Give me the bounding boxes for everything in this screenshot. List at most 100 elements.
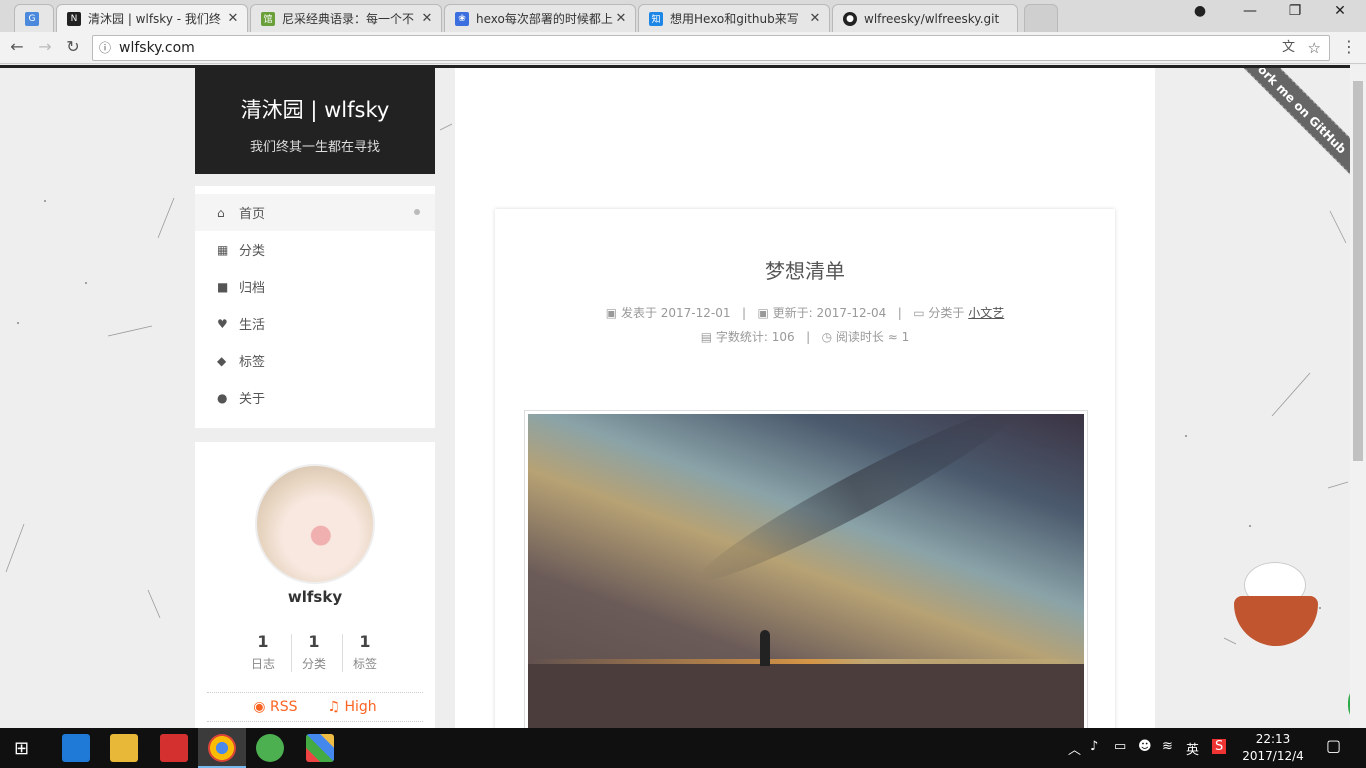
menu-item-label: 标签: [239, 355, 266, 370]
edge-icon[interactable]: [62, 734, 90, 762]
tab-hexo-baidu[interactable]: ❀ hexo每次部署的时候都上 ✕: [444, 4, 636, 32]
address-bar[interactable]: ⓘ wlfsky.com 文 ☆: [92, 35, 1330, 61]
notification-center-icon[interactable]: ▢: [1326, 736, 1341, 755]
author-sidebar: wlfsky 1 日志 1 分类 1 标签 ◉ RSS ♫ High: [195, 442, 435, 728]
menu-item-about[interactable]: ● 关于: [195, 379, 435, 416]
n-favicon-icon: N: [67, 11, 81, 26]
minimize-button[interactable]: —: [1230, 3, 1270, 25]
netease-music-icon[interactable]: [160, 734, 188, 762]
vertical-scrollbar[interactable]: [1350, 65, 1366, 728]
read-time: 阅读时长 ≈ 1: [835, 330, 910, 344]
tab-title: hexo每次部署的时候都上: [476, 12, 613, 26]
guan-favicon-icon: 馆: [261, 11, 275, 26]
stat-tags[interactable]: 1 标签: [339, 632, 391, 672]
tab-wlfsky[interactable]: N 清沐园 | wlfsky - 我们终 ✕: [56, 4, 248, 32]
menu-item-home[interactable]: ⌂ 首页: [195, 194, 435, 231]
wifi-icon[interactable]: ≋: [1162, 739, 1173, 754]
menu-item-label: 关于: [239, 392, 266, 407]
zhihu-icon: 知: [649, 11, 663, 26]
post-cover-image: [524, 410, 1088, 728]
post-meta-line-1: ▣ 发表于 2017-12-01 | ▣ 更新于: 2017-12-04 | ▭…: [495, 304, 1115, 321]
ime-indicator[interactable]: 英: [1186, 739, 1199, 758]
menu-item-archives[interactable]: ■ 归档: [195, 268, 435, 305]
clock-time: 22:13: [1255, 732, 1291, 746]
avatar: [255, 464, 375, 584]
restore-button[interactable]: ❐: [1275, 3, 1315, 25]
chrome-icon[interactable]: [208, 734, 236, 762]
chrome-menu-icon[interactable]: ⋮: [1338, 37, 1360, 56]
system-clock[interactable]: 22:13 2017/12/4: [1240, 731, 1306, 765]
site-header: 清沐园 | wlfsky 我们终其一生都在寻找: [195, 68, 435, 174]
close-tab-icon[interactable]: ✕: [225, 11, 241, 26]
meta-separator: |: [897, 306, 902, 320]
rss-link[interactable]: ◉ RSS: [253, 699, 297, 715]
stat-label: 标签: [352, 657, 377, 671]
menu-item-categories[interactable]: ▦ 分类: [195, 231, 435, 268]
post-title[interactable]: 梦想清单: [495, 255, 1115, 284]
git-tool-icon[interactable]: [306, 734, 334, 762]
back-button[interactable]: ←: [6, 37, 28, 56]
menu-item-tags[interactable]: ◆ 标签: [195, 342, 435, 379]
tab-title: 尼采经典语录：每一个不: [282, 12, 415, 26]
forward-button[interactable]: →: [34, 37, 56, 56]
battery-icon[interactable]: ▭: [1114, 739, 1126, 754]
close-tab-icon[interactable]: ✕: [419, 11, 435, 26]
mascot-widget[interactable]: [1232, 556, 1320, 652]
qq-icon[interactable]: ☻: [1138, 739, 1152, 754]
google-icon: G: [25, 11, 39, 26]
rss-label: RSS: [269, 699, 298, 715]
sogou-icon[interactable]: S: [1212, 739, 1227, 754]
new-tab-button[interactable]: [1024, 4, 1058, 32]
high-link[interactable]: ♫ High: [327, 699, 376, 715]
stat-categories[interactable]: 1 分类: [288, 632, 340, 672]
wechat-icon[interactable]: [256, 734, 284, 762]
meta-separator: |: [806, 330, 811, 344]
tab-zhihu[interactable]: 知 想用Hexo和github来写 ✕: [638, 4, 830, 32]
stat-count: 1: [359, 632, 371, 651]
category-link[interactable]: 小文艺: [968, 306, 1004, 320]
author-name: wlfsky: [287, 588, 343, 606]
file-explorer-icon[interactable]: [110, 734, 138, 762]
translate-icon[interactable]: 文: [1282, 36, 1295, 60]
profile-icon[interactable]: ●: [1180, 3, 1220, 25]
site-subtitle: 我们终其一生都在寻找: [249, 140, 380, 155]
site-title[interactable]: 清沐园 | wlfsky: [195, 94, 435, 124]
volume-icon[interactable]: ♪: [1090, 739, 1098, 754]
page-viewport: 清沐园 | wlfsky 我们终其一生都在寻找 ⌂ 首页 ▦ 分类 ■ 归档 ♥…: [0, 65, 1350, 728]
mascot-bowl: [1234, 596, 1318, 646]
clock-date: 2017/12/4: [1242, 749, 1304, 763]
menu-item-label: 首页: [239, 207, 266, 222]
tab-google-translate[interactable]: G: [14, 4, 54, 32]
bookmark-star-icon[interactable]: ☆: [1308, 36, 1321, 60]
tab-github[interactable]: ● wlfreesky/wlfreesky.git: [832, 4, 1018, 32]
tray-chevron-icon[interactable]: ︿: [1068, 739, 1081, 758]
menu-item-label: 分类: [239, 244, 266, 259]
tab-title: 想用Hexo和github来写: [670, 12, 799, 26]
stat-count: 1: [257, 632, 269, 651]
baidu-paw-icon: ❀: [455, 11, 469, 26]
clock-icon: ◷: [821, 330, 836, 344]
windows-start-icon[interactable]: ⊞: [14, 738, 29, 759]
milky-way: [689, 414, 1027, 597]
tab-nietzsche[interactable]: 馆 尼采经典语录：每一个不 ✕: [250, 4, 442, 32]
menu-item-life[interactable]: ♥ 生活: [195, 305, 435, 342]
tab-title: wlfreesky/wlfreesky.git: [864, 11, 1000, 26]
feed-links: ◉ RSS ♫ High: [207, 692, 423, 722]
close-window-button[interactable]: ✕: [1320, 3, 1360, 25]
calendar-check-icon: ▣: [757, 306, 773, 320]
stat-label: 分类: [301, 657, 326, 671]
heartbeat-icon: ♥: [217, 316, 228, 331]
rss-icon: ◉: [253, 699, 270, 715]
scrollbar-thumb[interactable]: [1353, 81, 1363, 461]
reload-button[interactable]: ↻: [62, 37, 84, 56]
browser-tab-strip: G N 清沐园 | wlfsky - 我们终 ✕ 馆 尼采经典语录：每一个不 ✕…: [0, 0, 1366, 32]
tab-title: 清沐园 | wlfsky - 我们终: [88, 12, 221, 26]
music-icon: ♫: [327, 699, 345, 715]
close-tab-icon[interactable]: ✕: [807, 11, 823, 26]
info-icon[interactable]: ⓘ: [99, 36, 111, 60]
stat-posts[interactable]: 1 日志: [237, 632, 289, 672]
folder-icon: ▭: [913, 306, 929, 320]
word-count: 字数统计: 106: [715, 330, 795, 344]
stat-label: 日志: [250, 657, 275, 671]
close-tab-icon[interactable]: ✕: [613, 11, 629, 26]
